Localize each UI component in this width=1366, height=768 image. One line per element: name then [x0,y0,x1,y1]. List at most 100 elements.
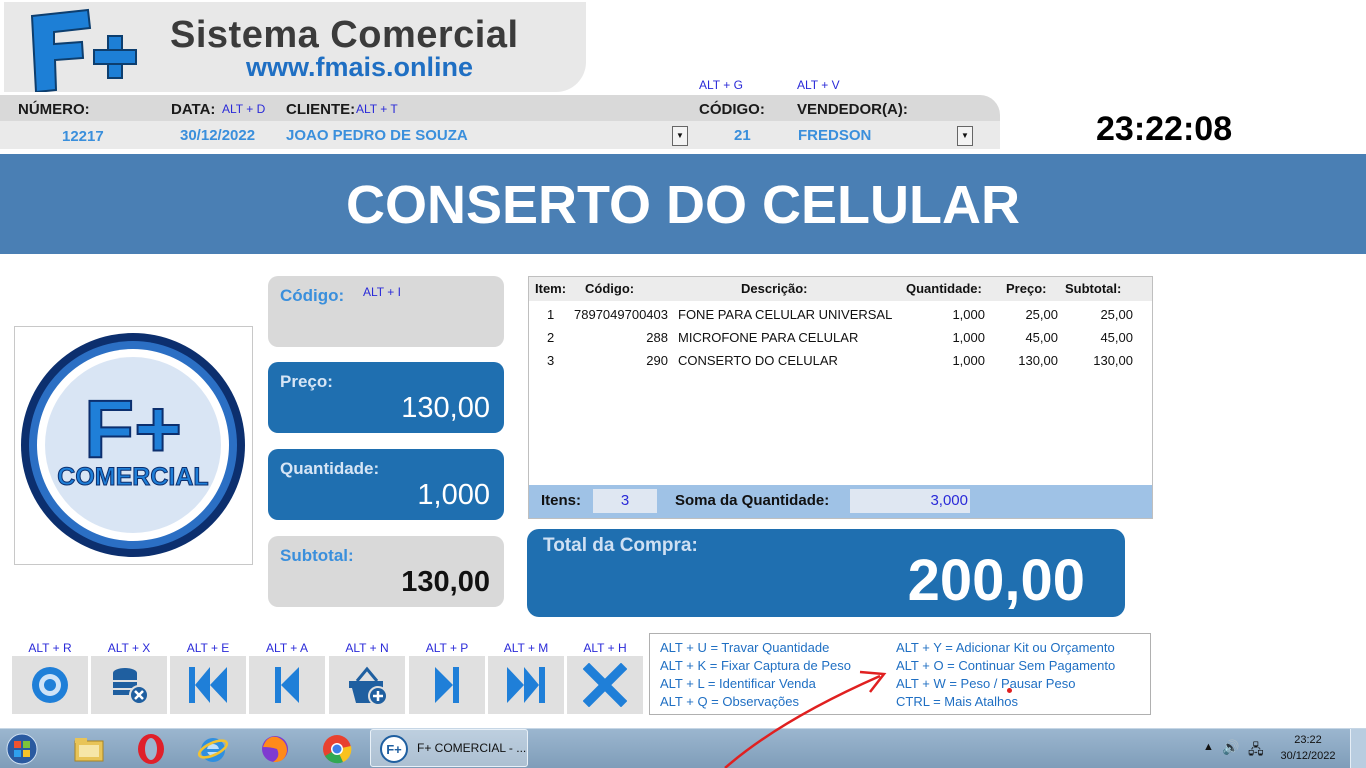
volume-icon[interactable]: 🔊 [1222,739,1239,756]
toolbar-hint-close: ALT + H [583,641,627,655]
table-row[interactable]: 3 290 CONSERTO DO CELULAR 1,000 130,00 1… [529,349,1152,372]
toolbar-hint-database: ALT + X [107,641,151,655]
subtotal-value: 130,00 [401,566,490,598]
data-value[interactable]: 30/12/2022 [180,127,255,144]
preco-card: Preço: 130,00 [268,362,504,433]
opera-browser-icon[interactable] [135,733,167,765]
cell-subtotal: 25,00 [1100,307,1133,322]
quantidade-label: Quantidade: [280,459,380,478]
clock: 23:22:08 [1096,110,1233,148]
product-banner: CONSERTO DO CELULAR [0,154,1366,254]
network-icon[interactable]: 🖧 [1248,739,1264,763]
cell-quantidade: 1,000 [952,307,985,322]
chrome-browser-icon[interactable] [321,733,353,765]
cell-item: 3 [547,353,555,368]
col-subtotal: Subtotal: [1065,281,1122,296]
total-label: Total da Compra: [543,535,698,556]
preco-value: 130,00 [401,392,490,424]
toolbar-hint-next: ALT + P [425,641,469,655]
vendedor-dropdown-icon[interactable]: ▼ [957,126,973,146]
cell-quantidade: 1,000 [952,353,985,368]
cliente-label: CLIENTE: [286,101,356,118]
cell-subtotal: 45,00 [1100,330,1133,345]
next-item-button[interactable] [409,656,485,714]
tray-time[interactable]: 23:22 [1278,734,1338,746]
soma-value: 3,000 [850,489,970,513]
fmais-comercial-logo-icon: F+ COMERCIAL [21,333,245,557]
internet-explorer-icon[interactable] [197,733,229,765]
first-item-button[interactable] [170,656,246,714]
cliente-value[interactable]: JOAO PEDRO DE SOUZA [286,127,468,144]
shortcut-item: ALT + O = Continuar Sem Pagamento [896,658,1116,673]
cell-preco: 130,00 [1018,353,1058,368]
cell-subtotal: 130,00 [1093,353,1133,368]
numero-value: 12217 [62,128,104,145]
cell-descricao: MICROFONE PARA CELULAR [678,330,859,345]
vendedor-label: VENDEDOR(A): [797,101,908,118]
table-row[interactable]: 1 7897049700403 FONE PARA CELULAR UNIVER… [529,303,1152,326]
codigo-card-label: Código: [280,286,345,305]
firefox-browser-icon[interactable] [259,733,291,765]
col-codigo: Código: [585,281,635,296]
itens-count: 3 [593,489,657,513]
preco-label: Preço: [280,372,333,391]
vendedor-value[interactable]: FREDSON [798,127,871,144]
banner-title: CONSERTO DO CELULAR [345,175,1021,235]
data-label: DATA: [171,101,216,118]
annotation-dot [1007,688,1012,693]
database-remove-icon [113,668,149,705]
app-title: Sistema Comercial [170,14,519,56]
disc-button[interactable] [12,656,88,714]
step-back-icon [275,667,299,703]
numero-label: NÚMERO: [18,101,90,118]
codigo-top-hint: ALT + G [699,78,743,92]
total-value: 200,00 [907,548,1085,613]
codigo-card-hint: ALT + I [363,285,401,299]
toolbar-hint-disc: ALT + R [28,641,72,655]
tray-date[interactable]: 30/12/2022 [1276,750,1340,762]
disc-icon [32,667,68,703]
col-preco: Preço: [1006,281,1047,296]
cell-descricao: FONE PARA CELULAR UNIVERSAL [678,307,893,322]
soma-label: Soma da Quantidade: [675,492,830,509]
quantidade-value[interactable]: 1,000 [417,479,490,512]
show-desktop-button[interactable] [1350,729,1366,768]
add-basket-button[interactable] [329,656,405,714]
last-item-button[interactable] [488,656,564,714]
previous-item-button[interactable] [249,656,325,714]
col-quantidade: Quantidade: [906,281,982,296]
app-url: www.fmais.online [246,52,474,82]
start-button-icon[interactable] [6,733,38,765]
toolbar-hint-last: ALT + M [503,641,549,655]
table-row[interactable]: 2 288 MICROFONE PARA CELULAR 1,000 45,00… [529,326,1152,349]
remove-database-button[interactable] [91,656,167,714]
col-descricao: Descrição: [741,281,808,296]
skip-first-icon [189,667,227,703]
logo-comercial-text: COMERCIAL [57,463,208,491]
cliente-dropdown-icon[interactable]: ▼ [672,126,688,146]
tray-arrow-icon[interactable]: ▲ [1203,741,1214,753]
cell-codigo: 7897049700403 [574,307,668,322]
total-card: Total da Compra: 200,00 [527,529,1125,617]
codigo-input-card[interactable]: Código: ALT + I [268,276,504,347]
shortcut-item: ALT + U = Travar Quantidade [660,640,830,655]
shortcut-item: CTRL = Mais Atalhos [896,694,1018,709]
fplus-app-icon: F+ [380,735,408,763]
quantidade-card[interactable]: Quantidade: 1,000 [268,449,504,520]
close-sale-button[interactable] [567,656,643,714]
f-plus-logo-icon [30,8,137,92]
subtotal-label: Subtotal: [280,546,354,565]
taskbar-window-fcomercial[interactable]: F+ F+ COMERCIAL - ... [370,729,528,767]
close-icon [583,663,627,707]
cell-item: 2 [547,330,555,345]
cell-preco: 25,00 [1025,307,1058,322]
skip-last-icon [507,667,545,703]
product-image: F+ COMERCIAL [14,326,253,565]
codigo-value[interactable]: 21 [734,127,751,144]
step-forward-icon [435,667,459,703]
vendedor-top-hint: ALT + V [797,78,840,92]
file-explorer-icon[interactable] [73,733,105,765]
items-table[interactable]: Item: Código: Descrição: Quantidade: Pre… [528,276,1153,519]
table-footer: Itens: 3 Soma da Quantidade: 3,000 [529,485,1152,518]
itens-label: Itens: [541,492,582,509]
